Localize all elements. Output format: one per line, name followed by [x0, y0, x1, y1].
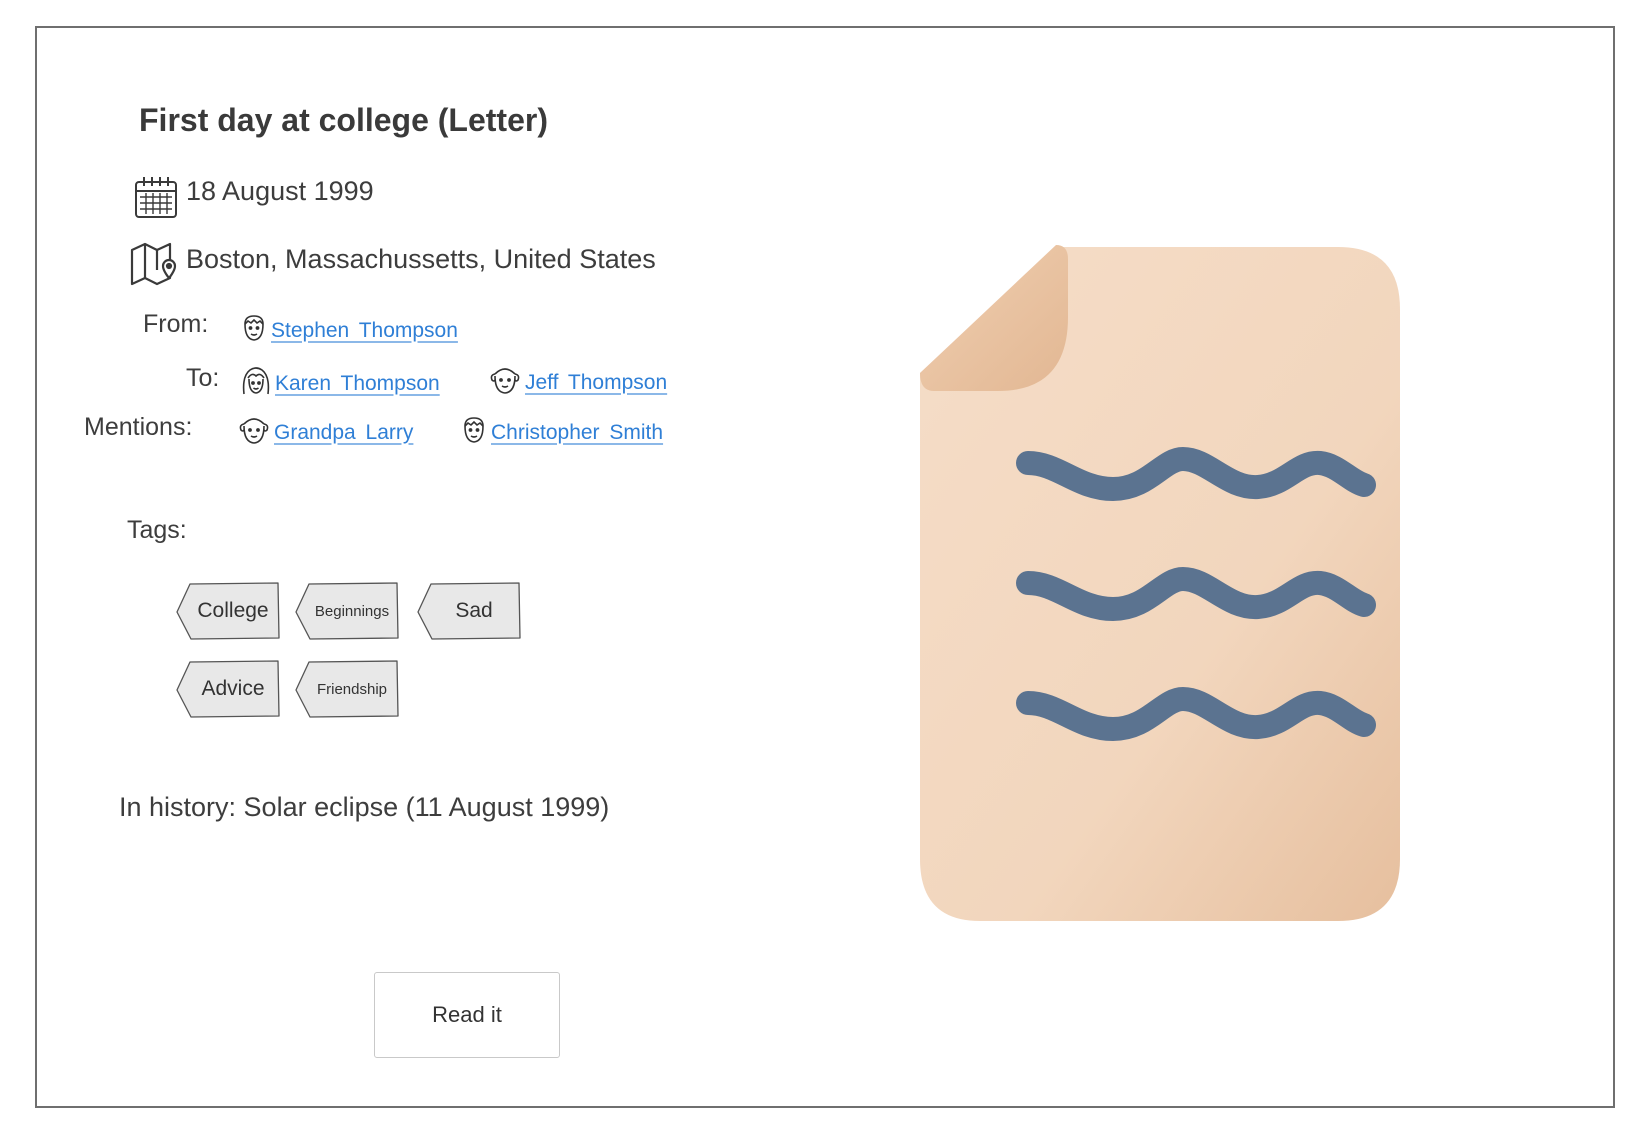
document-title: First day at college (Letter): [139, 102, 548, 138]
person-link-to-1[interactable]: Jeff Thompson: [488, 364, 667, 401]
boy-face-icon: [237, 414, 271, 451]
tag-label: Sad: [455, 599, 493, 622]
tag-chip[interactable]: Advice: [176, 660, 280, 718]
tag-label: College: [197, 599, 269, 622]
tag-chip[interactable]: Sad: [417, 582, 521, 640]
tag-chip[interactable]: Friendship: [295, 660, 399, 718]
woman-face-icon: [240, 364, 272, 403]
tag-label: Friendship: [316, 680, 388, 698]
person-link-mention-1[interactable]: Christopher Smith: [460, 415, 663, 450]
man-face-icon: [240, 313, 268, 348]
tag-label: Beginnings: [314, 602, 390, 620]
man-face-icon: [460, 415, 488, 450]
to-label: To:: [186, 364, 220, 392]
person-link-from-0[interactable]: Stephen Thompson: [240, 313, 458, 348]
document-icon: [918, 245, 1408, 930]
person-name[interactable]: Christopher Smith: [491, 421, 663, 445]
tags-label: Tags:: [127, 516, 187, 544]
tag-chip[interactable]: Beginnings: [295, 582, 399, 640]
boy-face-icon: [488, 364, 522, 401]
person-name[interactable]: Grandpa Larry: [274, 421, 413, 445]
document-date: 18 August 1999: [186, 176, 374, 206]
person-name[interactable]: Jeff Thompson: [525, 371, 667, 395]
history-note: In history: Solar eclipse (11 August 199…: [119, 792, 610, 822]
from-label: From:: [143, 310, 209, 338]
person-name[interactable]: Stephen Thompson: [271, 319, 458, 343]
mentions-label: Mentions:: [84, 413, 193, 441]
calendar-icon: [133, 174, 179, 220]
tag-chip[interactable]: College: [176, 582, 280, 640]
person-name[interactable]: Karen Thompson: [275, 372, 440, 396]
document-location: Boston, Massachussetts, United States: [186, 244, 656, 274]
person-link-to-0[interactable]: Karen Thompson: [240, 364, 440, 403]
read-it-button[interactable]: Read it: [374, 972, 560, 1058]
tag-label: Advice: [201, 677, 265, 700]
map-icon: [129, 240, 181, 288]
person-link-mention-0[interactable]: Grandpa Larry: [237, 414, 413, 451]
